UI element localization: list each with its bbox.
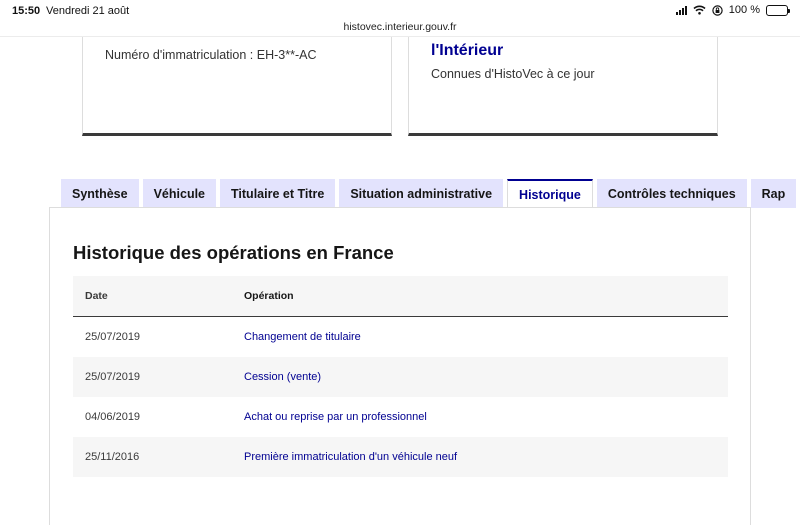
history-title: Historique des opérations en France — [73, 242, 394, 263]
tab-situation-administrative[interactable]: Situation administrative — [339, 179, 504, 208]
data-source-card: l'Intérieur Connues d'HistoVec à ce jour — [408, 37, 718, 136]
tab-controles-techniques[interactable]: Contrôles techniques — [596, 179, 747, 208]
lock-rotation-icon — [712, 4, 723, 16]
status-icons: 100 % — [675, 4, 790, 16]
row-operation-link[interactable]: Cession (vente) — [244, 371, 728, 383]
row-date: 04/06/2019 — [85, 411, 141, 423]
table-row: 25/07/2019 Cession (vente) — [73, 357, 728, 397]
history-table: Date Opération 25/07/2019 Changement de … — [73, 276, 728, 477]
wifi-icon — [693, 5, 706, 15]
vehicle-card: Numéro d'immatriculation : EH-3**-AC — [82, 37, 392, 136]
row-operation-link[interactable]: Première immatriculation d'un véhicule n… — [244, 451, 728, 463]
row-operation-link[interactable]: Achat ou reprise par un professionnel — [244, 411, 728, 423]
row-date: 25/07/2019 — [85, 331, 141, 343]
status-date: Vendredi 21 août — [46, 5, 130, 17]
tab-titulaire-et-titre[interactable]: Titulaire et Titre — [220, 179, 336, 208]
address-bar-url[interactable]: histovec.interieur.gouv.fr — [0, 21, 800, 33]
data-source-subtitle: Connues d'HistoVec à ce jour — [431, 67, 595, 81]
report-tabs: Synthèse Véhicule Titulaire et Titre Sit… — [61, 179, 800, 208]
table-row: 04/06/2019 Achat ou reprise par un profe… — [73, 397, 728, 437]
row-date: 25/07/2019 — [85, 371, 141, 383]
registration-number: Numéro d'immatriculation : EH-3**-AC — [105, 48, 317, 62]
battery-icon — [766, 4, 790, 16]
tab-rapport[interactable]: Rap — [750, 179, 797, 208]
signal-icon — [675, 5, 687, 15]
tab-synthese[interactable]: Synthèse — [61, 179, 139, 208]
table-header: Date Opération — [73, 276, 728, 317]
row-operation-link[interactable]: Changement de titulaire — [244, 331, 728, 343]
table-row: 25/11/2016 Première immatriculation d'un… — [73, 437, 728, 477]
tab-vehicule[interactable]: Véhicule — [142, 179, 217, 208]
column-header-date: Date — [85, 290, 108, 302]
status-bar: 15:50 Vendredi 21 août 100 % — [0, 0, 800, 22]
row-date: 25/11/2016 — [85, 451, 140, 463]
column-header-operation: Opération — [244, 290, 294, 302]
history-panel: Historique des opérations en France Date… — [49, 207, 751, 525]
data-source-title: l'Intérieur — [431, 42, 504, 59]
table-row: 25/07/2019 Changement de titulaire — [73, 317, 728, 357]
tab-historique[interactable]: Historique — [507, 179, 593, 208]
status-time: 15:50 — [12, 5, 41, 17]
battery-percent: 100 % — [728, 4, 760, 16]
